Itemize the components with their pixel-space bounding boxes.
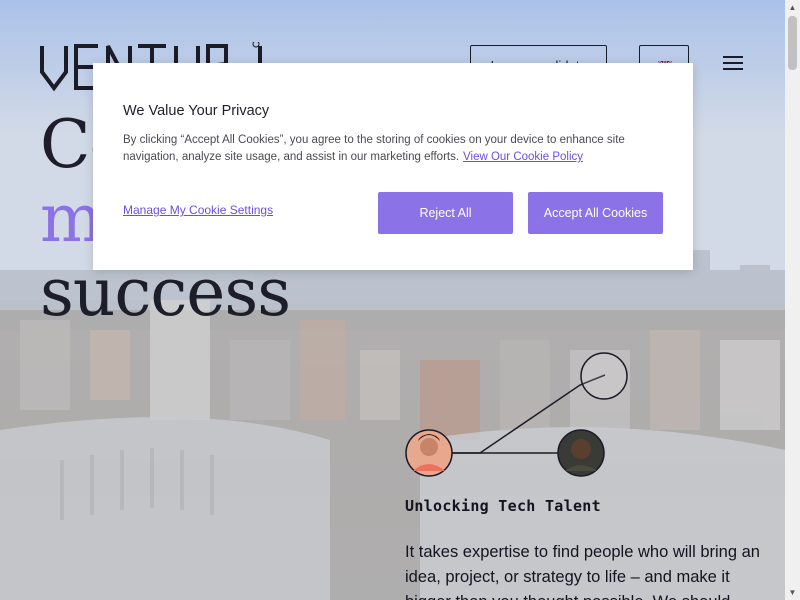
manage-cookie-settings-link[interactable]: Manage My Cookie Settings [123, 203, 273, 217]
hero-body-text: It takes expertise to find people who wi… [405, 543, 760, 600]
hamburger-menu-icon[interactable] [720, 52, 746, 78]
cookie-consent-dialog: We Value Your Privacy By clicking “Accep… [93, 63, 693, 270]
talent-network-graphic [405, 352, 628, 477]
page-scrollbar[interactable]: ▲ ▼ [785, 0, 800, 600]
candidate-avatar-2 [557, 429, 605, 477]
reject-all-button[interactable]: Reject All [378, 192, 513, 234]
cookie-policy-link[interactable]: View Our Cookie Policy [463, 151, 583, 163]
accept-all-cookies-button[interactable]: Accept All Cookies [528, 192, 663, 234]
candidate-avatar-1 [405, 429, 453, 477]
cookie-dialog-title: We Value Your Privacy [123, 103, 270, 119]
scrollbar-thumb[interactable] [788, 16, 797, 70]
cookie-dialog-text: By clicking “Accept All Cookies”, you ag… [123, 132, 643, 166]
scroll-down-arrow-icon[interactable]: ▼ [785, 585, 800, 600]
scroll-up-arrow-icon[interactable]: ▲ [785, 0, 800, 15]
hero-tagline: Unlocking Tech Talent [405, 497, 601, 515]
empty-node-icon [580, 352, 628, 400]
